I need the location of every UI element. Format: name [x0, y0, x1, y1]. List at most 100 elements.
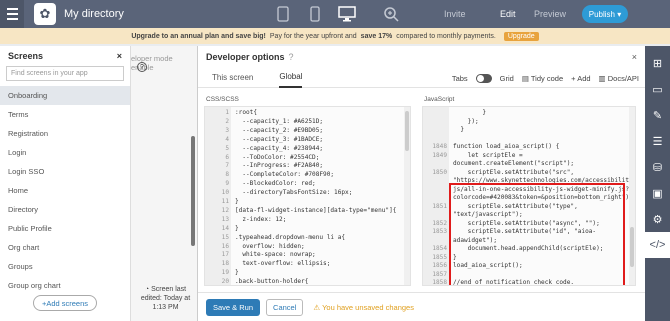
- code-line: --capacity_3: #1BADCE;: [235, 135, 324, 143]
- grid-label: Grid: [499, 73, 514, 83]
- line-number: 19: [221, 269, 229, 277]
- line-number: 1: [225, 109, 229, 116]
- screen-item-directory[interactable]: Directory: [0, 200, 130, 219]
- canvas-strip: eloper mode enable ?: [131, 46, 197, 321]
- code-line: document.createElement("script");: [453, 160, 575, 167]
- line-number: 20: [221, 278, 229, 286]
- screen-item-terms[interactable]: Terms: [0, 105, 130, 124]
- promo-text-2: compared to monthly payments.: [396, 32, 496, 40]
- code-line: --capacity_2: #E9BD05;: [235, 126, 324, 134]
- line-number: 1855: [432, 253, 447, 261]
- css-editor-label: CSS/SCSS: [206, 96, 239, 103]
- code-line: :root{: [235, 109, 258, 116]
- tab-global[interactable]: Global: [279, 68, 303, 88]
- code-line: }: [235, 198, 239, 205]
- line-number: 4: [225, 135, 229, 143]
- screen-item-org-chart[interactable]: Org chart: [0, 238, 130, 257]
- scrollbar[interactable]: [191, 136, 195, 246]
- upgrade-button[interactable]: Upgrade: [503, 31, 539, 41]
- screen-item-onboarding[interactable]: Onboarding: [0, 86, 130, 105]
- screen-item-login-sso[interactable]: Login SSO: [0, 162, 130, 181]
- line-number: 1854: [432, 245, 447, 252]
- tab-this-screen[interactable]: This screen: [212, 68, 253, 88]
- list-icon[interactable]: ☰: [645, 128, 670, 154]
- line-number: 10: [221, 189, 229, 197]
- css-scrollbar[interactable]: [404, 107, 410, 285]
- code-line: }: [235, 224, 239, 232]
- code-line: }: [453, 126, 465, 133]
- add-label: Add: [577, 73, 591, 83]
- preview-link[interactable]: Preview: [534, 9, 566, 19]
- code-line: function load_aioa_script() {: [453, 143, 560, 150]
- code-line: --ToDoColor: #2554CD;: [235, 153, 320, 161]
- add-screens-button[interactable]: +Add screens: [33, 295, 97, 311]
- code-line: }: [453, 109, 487, 116]
- screen-item-groups[interactable]: Groups: [0, 257, 130, 276]
- layers-icon[interactable]: ▭: [645, 76, 670, 102]
- save-run-button[interactable]: Save & Run: [206, 298, 261, 316]
- line-number: 1858: [432, 279, 447, 286]
- docs-button[interactable]: ▥ Docs/API: [599, 74, 639, 83]
- screens-title: Screens: [8, 51, 44, 61]
- tidy-code-button[interactable]: ▤ Tidy code: [522, 74, 563, 83]
- line-number: 2: [225, 117, 229, 125]
- line-number: 1853: [432, 228, 447, 235]
- right-toolbar: ⊞ ▭ ✎ ☰ ⛁ ▣ ⚙ </>: [645, 46, 670, 321]
- device-switcher: [274, 5, 400, 23]
- invite-link[interactable]: Invite: [444, 9, 466, 19]
- database-icon[interactable]: ⛁: [645, 154, 670, 180]
- screen-item-registration[interactable]: Registration: [0, 124, 130, 143]
- line-number: 8: [225, 171, 229, 179]
- js-code-editor[interactable]: } }); } 1848 function load_aioa_script() {…: [422, 106, 636, 286]
- unsaved-warning-label: You have unsaved changes: [322, 302, 414, 312]
- line-number: 1848: [432, 143, 447, 150]
- screen-item-home[interactable]: Home: [0, 181, 130, 200]
- brush-icon[interactable]: ✎: [645, 102, 670, 128]
- desktop-icon[interactable]: [338, 5, 356, 23]
- screen-item-login[interactable]: Login: [0, 143, 130, 162]
- line-number: 14: [221, 224, 229, 232]
- code-line: white-space: nowrap;: [235, 251, 316, 259]
- clock-icon: ◔: [144, 286, 150, 293]
- tabs-grid-toggle[interactable]: [475, 73, 492, 83]
- line-number: 1850: [432, 168, 447, 176]
- close-icon[interactable]: ×: [117, 51, 122, 61]
- edit-link[interactable]: Edit: [500, 9, 516, 19]
- line-number: 6: [225, 153, 229, 161]
- code-line: });: [453, 117, 479, 125]
- promo-text-1: Pay for the year upfront and: [269, 32, 357, 40]
- phone-icon[interactable]: [306, 5, 324, 23]
- top-bar: ✿ My directory Invite Edit Preview Publi…: [0, 0, 670, 28]
- settings-icon[interactable]: ⚙: [645, 206, 670, 232]
- code-line: --CompleteColor: #708F90;: [235, 171, 335, 179]
- publish-button[interactable]: Publish ▾: [582, 5, 628, 23]
- last-edited-text: ◔ Screen last edited: Today at 1:13 PM: [138, 285, 193, 312]
- code-line: text-overflow: ellipsis;: [235, 260, 331, 268]
- help-icon[interactable]: ?: [289, 52, 294, 62]
- code-icon[interactable]: </>: [645, 232, 670, 258]
- add-component-icon[interactable]: ⊞: [645, 50, 670, 76]
- screen-item-group-org-chart[interactable]: Group org chart: [0, 276, 130, 295]
- inbox-icon[interactable]: ▣: [645, 180, 670, 206]
- js-editor-label: JavaScript: [424, 96, 455, 103]
- css-code-editor[interactable]: 1:root{2 --capacity_1: #A6251D; 3 --capac…: [204, 106, 411, 286]
- screens-panel: Screens × Find screens in your app Onboa…: [0, 46, 131, 321]
- zoom-icon[interactable]: [382, 5, 400, 23]
- tablet-icon[interactable]: [274, 5, 292, 23]
- line-number: 1851: [432, 202, 447, 210]
- screen-item-public-profile[interactable]: Public Profile: [0, 219, 130, 238]
- promo-banner: Upgrade to an annual plan and save big! …: [0, 28, 670, 44]
- menu-icon[interactable]: [0, 0, 24, 28]
- js-scrollbar[interactable]: [629, 107, 635, 285]
- close-icon[interactable]: ×: [632, 52, 637, 62]
- help-icon[interactable]: ?: [137, 62, 147, 72]
- line-number: 13: [221, 215, 229, 223]
- panel-title: Developer options: [206, 52, 285, 62]
- line-number: 11: [221, 198, 229, 205]
- add-button[interactable]: + Add: [571, 74, 590, 83]
- tabs-label: Tabs: [451, 73, 468, 83]
- promo-savings: save 17%: [360, 32, 393, 40]
- screens-search-input[interactable]: Find screens in your app: [6, 66, 124, 81]
- code-line: --InProgress: #F2A840;: [235, 162, 324, 170]
- cancel-button[interactable]: Cancel: [266, 298, 304, 316]
